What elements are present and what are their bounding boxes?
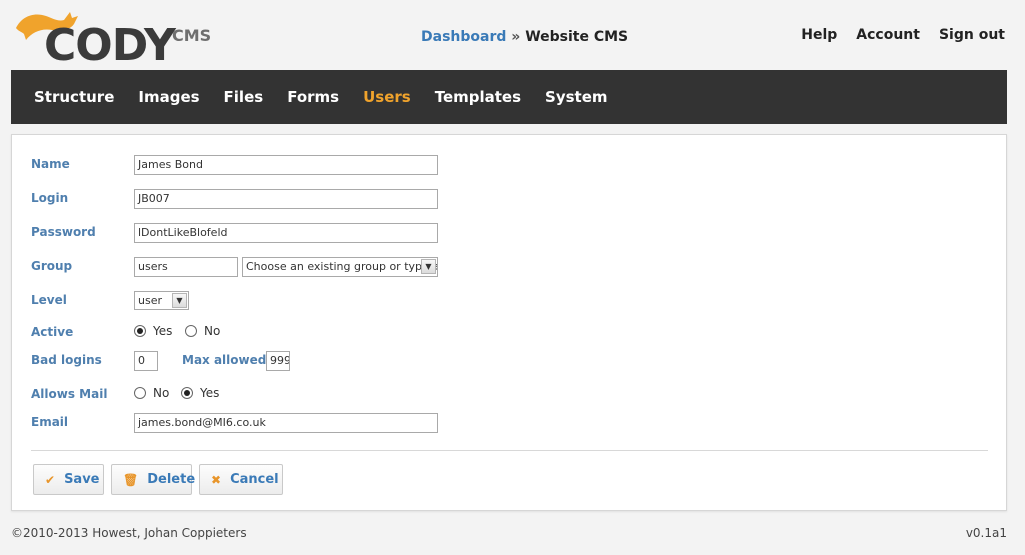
radio-unselected-icon: [185, 325, 197, 337]
allows-mail-no-radio[interactable]: No: [134, 386, 169, 400]
allows-mail-label: Allows Mail: [31, 387, 108, 401]
delete-button[interactable]: 🗑 Delete: [111, 464, 196, 495]
nav-item-templates[interactable]: Templates: [435, 88, 521, 106]
footer-copyright: ©2010-2013 Howest, Johan Coppieters: [11, 526, 247, 540]
name-label: Name: [31, 157, 70, 171]
max-allowed-field[interactable]: 999: [266, 351, 290, 371]
save-button-label: Save: [64, 472, 100, 487]
delete-button-label: Delete: [147, 472, 196, 487]
checkmark-icon: ✔: [45, 472, 56, 487]
login-field[interactable]: JB007: [134, 189, 438, 209]
bad-logins-field[interactable]: 0: [134, 351, 158, 371]
radio-unselected-icon: [134, 387, 146, 399]
breadcrumb-current: Website CMS: [525, 29, 629, 45]
top-links: Help Account Sign out: [801, 27, 1005, 43]
radio-selected-icon: [134, 325, 146, 337]
nav-item-images[interactable]: Images: [138, 88, 199, 106]
brand-suffix: CMS: [172, 26, 212, 45]
chevron-down-icon: ▼: [172, 293, 187, 308]
divider: [31, 450, 988, 451]
level-label: Level: [31, 293, 67, 307]
nav-item-structure[interactable]: Structure: [34, 88, 114, 106]
x-icon: ✖: [211, 472, 222, 487]
cancel-button-label: Cancel: [230, 472, 279, 487]
cody-logo[interactable]: CODY CMS: [12, 6, 212, 71]
breadcrumb-dashboard-link[interactable]: Dashboard: [421, 29, 506, 45]
nav-item-users[interactable]: Users: [363, 88, 411, 106]
breadcrumb-separator: »: [511, 29, 521, 45]
user-form-panel: Name James Bond Login JB007 Password lDo…: [11, 134, 1007, 511]
allows-mail-yes-label: Yes: [200, 386, 220, 400]
group-label: Group: [31, 259, 73, 273]
password-field[interactable]: lDontLikeBlofeld: [134, 223, 438, 243]
active-no-radio[interactable]: No: [185, 324, 220, 338]
active-label: Active: [31, 325, 74, 339]
allows-mail-no-label: No: [153, 386, 170, 400]
level-select-value: user: [138, 294, 162, 307]
group-select[interactable]: Choose an existing group or type a ▼: [242, 257, 438, 277]
footer-version: v0.1a1: [965, 526, 1007, 540]
chevron-down-icon: ▼: [421, 259, 436, 274]
allows-mail-yes-radio[interactable]: Yes: [181, 386, 219, 400]
group-select-text: Choose an existing group or type a: [246, 260, 438, 273]
level-select[interactable]: user ▼: [134, 291, 189, 310]
main-nav: Structure Images Files Forms Users Templ…: [11, 70, 1007, 124]
help-link[interactable]: Help: [801, 27, 837, 43]
nav-item-system[interactable]: System: [545, 88, 607, 106]
active-yes-label: Yes: [153, 324, 173, 338]
breadcrumb: Dashboard » Website CMS: [421, 29, 628, 45]
name-field[interactable]: James Bond: [134, 155, 438, 175]
active-yes-radio[interactable]: Yes: [134, 324, 172, 338]
password-label: Password: [31, 225, 96, 239]
max-allowed-label: Max allowed: [182, 353, 267, 367]
sign-out-link[interactable]: Sign out: [939, 27, 1005, 43]
bad-logins-label: Bad logins: [31, 353, 102, 367]
nav-item-files[interactable]: Files: [224, 88, 264, 106]
save-button[interactable]: ✔ Save: [33, 464, 104, 495]
email-field[interactable]: james.bond@MI6.co.uk: [134, 413, 438, 433]
nav-item-forms[interactable]: Forms: [287, 88, 339, 106]
login-label: Login: [31, 191, 69, 205]
cancel-button[interactable]: ✖ Cancel: [199, 464, 283, 495]
group-field[interactable]: users: [134, 257, 238, 277]
active-no-label: No: [204, 324, 221, 338]
email-label: Email: [31, 415, 69, 429]
radio-selected-icon: [181, 387, 193, 399]
account-link[interactable]: Account: [856, 27, 920, 43]
brand-name: CODY: [44, 20, 176, 71]
trash-icon: 🗑: [123, 472, 139, 487]
